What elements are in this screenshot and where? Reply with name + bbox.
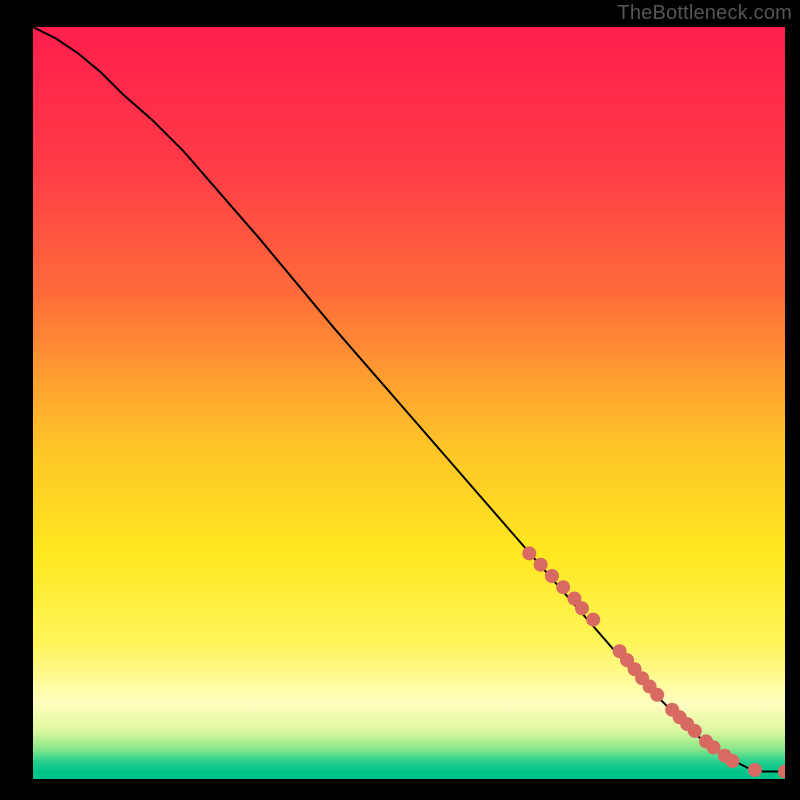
scatter-layer	[33, 27, 785, 779]
scatter-dot	[575, 601, 589, 615]
scatter-dot	[556, 580, 570, 594]
scatter-dot	[586, 613, 600, 627]
watermark-text: TheBottleneck.com	[617, 2, 792, 25]
scatter-dots	[522, 546, 785, 778]
scatter-dot	[545, 569, 559, 583]
chart-stage: TheBottleneck.com	[0, 0, 800, 800]
scatter-dot	[707, 740, 721, 754]
scatter-dot	[650, 688, 664, 702]
scatter-dot	[688, 724, 702, 738]
scatter-dot	[778, 765, 785, 779]
scatter-dot	[534, 558, 548, 572]
scatter-dot	[725, 754, 739, 768]
plot-area	[33, 27, 785, 779]
scatter-dot	[748, 763, 762, 777]
scatter-dot	[522, 546, 536, 560]
